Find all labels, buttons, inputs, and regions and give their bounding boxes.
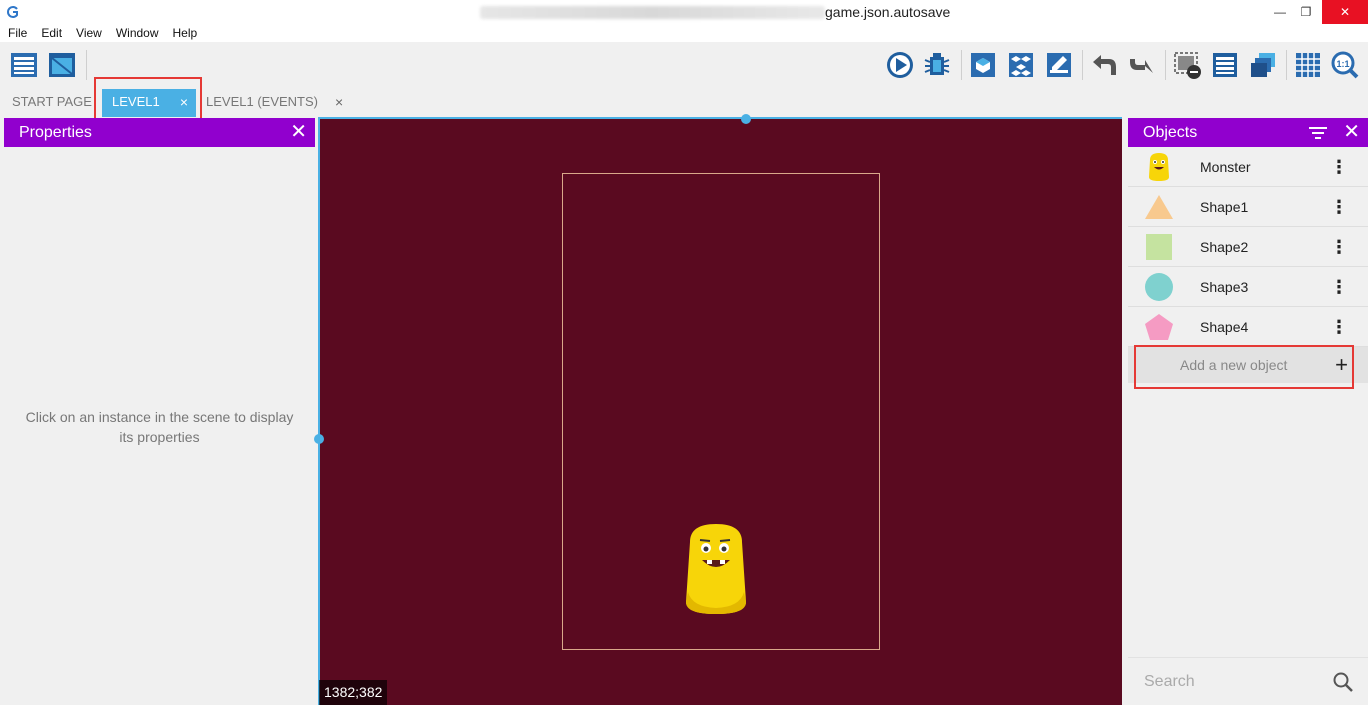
cursor-coordinates: 1382;382 [319,680,388,705]
object-name: Shape3 [1200,279,1249,295]
properties-panel: Click on an instance in the scene to dis… [4,147,315,705]
scene-selection-edge [318,118,320,705]
object-name: Shape1 [1200,199,1249,215]
objects-header: Objects ✕ [1128,118,1368,147]
undo-icon[interactable] [1089,50,1119,80]
toolbar-separator [1286,50,1287,80]
toolbar-separator [961,50,962,80]
close-window-button[interactable]: ✕ [1322,0,1368,24]
tab-label: LEVEL1 (EVENTS) [206,94,318,109]
grid-icon[interactable] [1293,50,1323,80]
object-name: Monster [1200,159,1251,175]
edit-properties-icon[interactable] [1044,50,1074,80]
objects-search-bar [1128,657,1368,705]
toolbar: 1:1 [0,42,1368,89]
object-name: Shape2 [1200,239,1249,255]
objects-title: Objects [1143,124,1198,141]
menu-edit[interactable]: Edit [33,24,68,42]
instances-list-icon[interactable] [1210,50,1240,80]
toolbar-separator [1082,50,1083,80]
more-vert-icon[interactable]: ⋮ [1330,187,1348,227]
object-item-monster[interactable]: Monster ⋮ [1128,147,1368,187]
title-bar: game.json.autosave — ❐ ✕ [0,0,1368,24]
object-name: Shape4 [1200,319,1249,335]
preview-icon[interactable] [885,50,915,80]
objects-panel: Monster ⋮ Shape1 ⋮ Shape2 ⋮ Shape3 ⋮ Sha… [1128,147,1368,705]
highlight-box-add-object [1134,345,1354,389]
zoom-reset-label: 1:1 [1336,59,1349,69]
redo-icon[interactable] [1127,50,1157,80]
toolbar-separator [1165,50,1166,80]
object-editor-icon[interactable] [968,50,998,80]
tab-start-page[interactable]: START PAGE [12,89,92,117]
monster-thumbnail-icon [1149,153,1169,181]
filter-icon[interactable] [1308,125,1328,141]
object-item-shape2[interactable]: Shape2 ⋮ [1128,227,1368,267]
tab-label: START PAGE [12,94,92,109]
menu-window[interactable]: Window [108,24,165,42]
circle-thumbnail-icon [1145,273,1173,301]
object-item-shape4[interactable]: Shape4 ⋮ [1128,307,1368,347]
properties-close-icon[interactable]: ✕ [290,118,307,147]
title-path-redacted [480,6,825,19]
gdevelop-window: game.json.autosave — ❐ ✕ File Edit View … [0,0,1368,705]
menu-file[interactable]: File [0,24,33,42]
search-icon[interactable] [1332,671,1354,693]
more-vert-icon[interactable]: ⋮ [1330,267,1348,307]
layers-icon[interactable] [1248,50,1278,80]
scene-canvas[interactable] [319,118,1122,705]
menu-help[interactable]: Help [165,24,204,42]
properties-empty-message: Click on an instance in the scene to dis… [25,409,294,445]
properties-title: Properties [19,124,92,141]
object-item-shape3[interactable]: Shape3 ⋮ [1128,267,1368,307]
resize-handle-top[interactable] [741,114,751,124]
more-vert-icon[interactable]: ⋮ [1330,307,1348,347]
objects-close-icon[interactable]: ✕ [1343,118,1360,147]
properties-header: Properties ✕ [4,118,315,147]
window-title: game.json.autosave [825,4,951,20]
resize-handle-left[interactable] [314,434,324,444]
object-groups-icon[interactable] [1006,50,1036,80]
zoom-reset-icon[interactable]: 1:1 [1330,50,1360,80]
object-item-shape1[interactable]: Shape1 ⋮ [1128,187,1368,227]
menu-view[interactable]: View [68,24,108,42]
monster-instance[interactable] [680,522,752,618]
tab-bar: START PAGE LEVEL1 × LEVEL1 (EVENTS) × [0,89,1368,117]
square-thumbnail-icon [1146,234,1172,260]
tab-level1-events[interactable]: LEVEL1 (EVENTS) [206,89,318,117]
objects-search-input[interactable] [1144,670,1314,694]
project-manager-icon[interactable] [9,50,39,80]
triangle-thumbnail-icon [1145,195,1173,219]
pentagon-thumbnail-icon [1145,314,1173,340]
app-logo-icon [7,6,18,18]
restore-button[interactable]: ❐ [1291,0,1321,24]
menu-bar: File Edit View Window Help [0,24,1368,42]
more-vert-icon[interactable]: ⋮ [1330,227,1348,267]
toolbar-separator [86,50,87,80]
scene-editor-icon[interactable] [47,50,77,80]
delete-instance-icon[interactable] [1172,50,1202,80]
more-vert-icon[interactable]: ⋮ [1330,147,1348,187]
debug-icon[interactable] [922,50,952,80]
tab-close-icon[interactable]: × [335,89,343,115]
scene-selection-edge [318,117,1122,119]
